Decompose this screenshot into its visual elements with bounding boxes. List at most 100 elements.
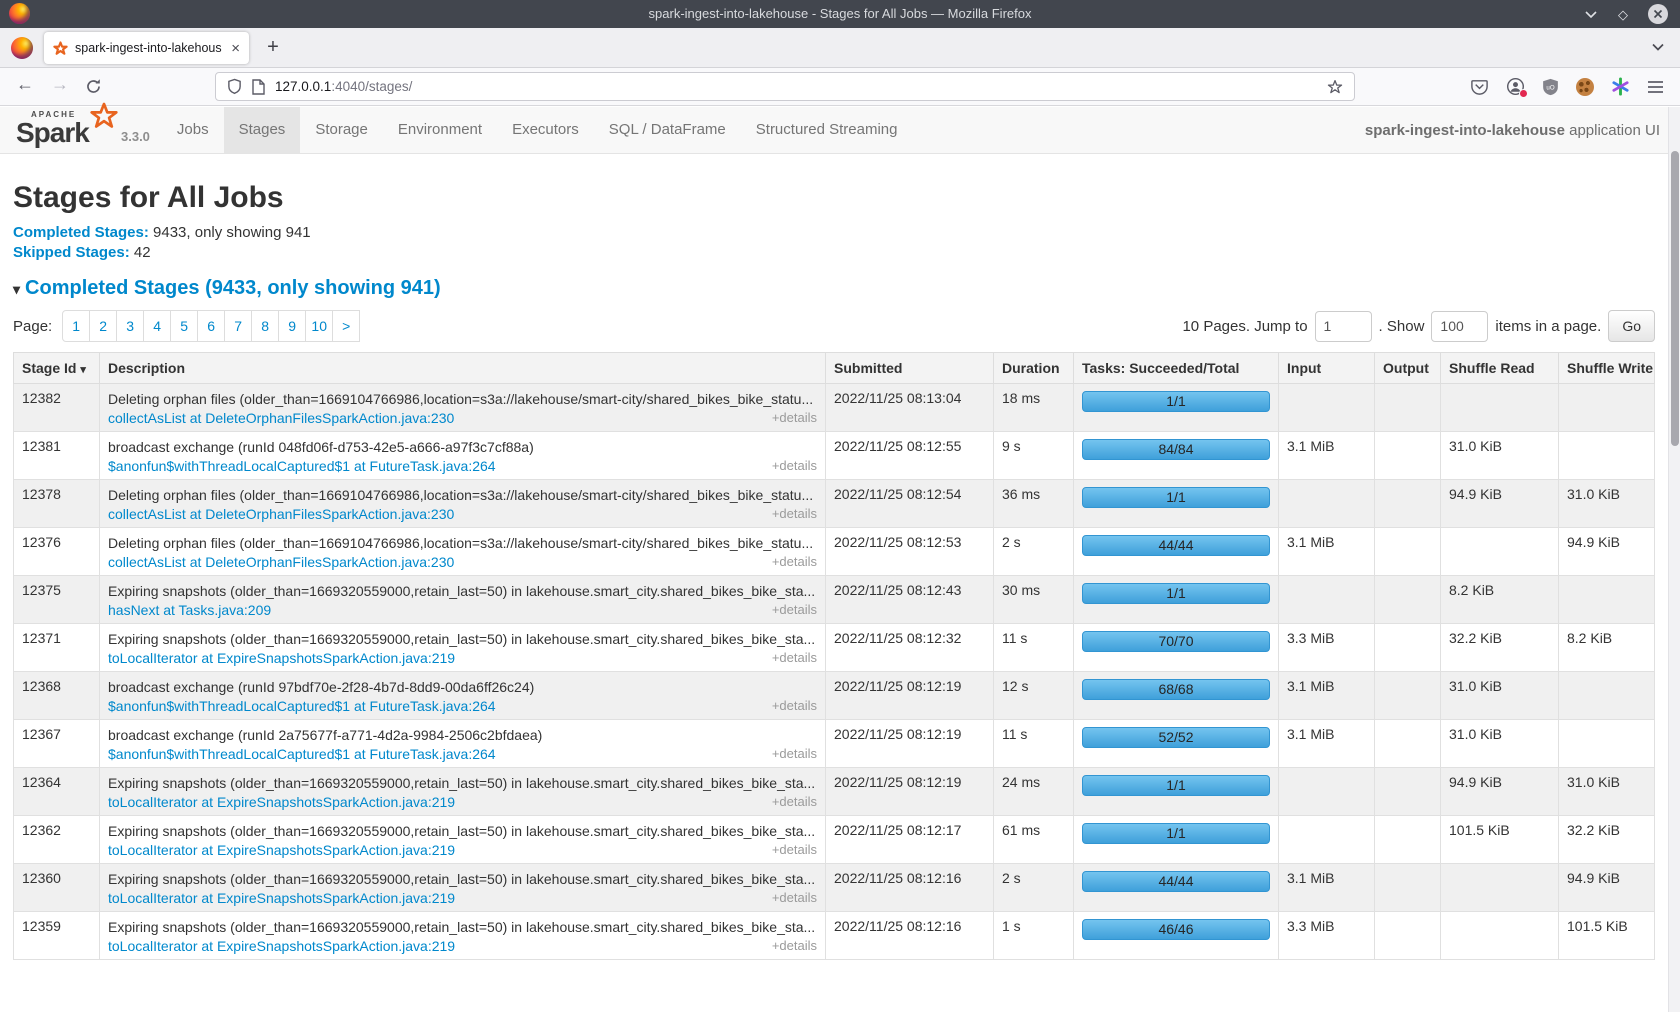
column-input[interactable]: Input: [1279, 353, 1375, 384]
stage-row: 12364 Expiring snapshots (older_than=166…: [14, 768, 1655, 816]
duration-cell: 30 ms: [994, 576, 1074, 624]
duration-cell: 12 s: [994, 672, 1074, 720]
page-button-1[interactable]: 1: [62, 310, 90, 342]
tasks-progress-cell: 84/84: [1074, 432, 1279, 480]
column-tasks[interactable]: Tasks: Succeeded/Total: [1074, 353, 1279, 384]
shuffle-read-cell: 101.5 KiB: [1441, 816, 1559, 864]
stage-callsite-link[interactable]: $anonfun$withThreadLocalCaptured$1 at Fu…: [108, 697, 496, 716]
stage-callsite-link[interactable]: collectAsList at DeleteOrphanFilesSparkA…: [108, 409, 454, 428]
shield-permissions-icon[interactable]: [227, 78, 242, 95]
spark-nav-item-stages[interactable]: Stages: [224, 107, 301, 153]
page-button-5[interactable]: 5: [170, 310, 198, 342]
browser-tab[interactable]: spark-ingest-into-lakehous ×: [44, 32, 249, 64]
duration-cell: 36 ms: [994, 480, 1074, 528]
back-button[interactable]: ←: [16, 74, 34, 95]
stage-callsite-link[interactable]: toLocalIterator at ExpireSnapshotsSparkA…: [108, 793, 455, 812]
details-toggle[interactable]: +details: [772, 554, 817, 569]
column-submitted[interactable]: Submitted: [826, 353, 994, 384]
details-toggle[interactable]: +details: [772, 842, 817, 857]
completed-stages-section-header[interactable]: ▾Completed Stages (9433, only showing 94…: [13, 276, 1655, 301]
spark-nav-item-environment[interactable]: Environment: [383, 107, 497, 153]
scrollbar-thumb[interactable]: [1671, 151, 1679, 446]
shuffle-write-cell: 32.2 KiB: [1559, 816, 1655, 864]
new-tab-button[interactable]: +: [260, 34, 286, 60]
window-close-button[interactable]: [1648, 4, 1668, 24]
output-cell: [1375, 432, 1441, 480]
stage-callsite-link[interactable]: toLocalIterator at ExpireSnapshotsSparkA…: [108, 841, 455, 860]
items-per-page-input[interactable]: [1431, 311, 1488, 342]
forward-button[interactable]: →: [51, 74, 69, 95]
spark-nav-item-structured-streaming[interactable]: Structured Streaming: [741, 107, 913, 153]
stage-callsite-link[interactable]: toLocalIterator at ExpireSnapshotsSparkA…: [108, 649, 455, 668]
stage-callsite-link[interactable]: $anonfun$withThreadLocalCaptured$1 at Fu…: [108, 745, 496, 764]
stage-callsite-link[interactable]: $anonfun$withThreadLocalCaptured$1 at Fu…: [108, 457, 496, 476]
spark-nav-item-storage[interactable]: Storage: [300, 107, 383, 153]
cookie-extension-icon[interactable]: [1576, 78, 1594, 96]
page-scrollbar[interactable]: [1668, 107, 1680, 1012]
tasks-progress-cell: 1/1: [1074, 480, 1279, 528]
page-button-4[interactable]: 4: [143, 310, 171, 342]
stage-callsite-link[interactable]: toLocalIterator at ExpireSnapshotsSparkA…: [108, 937, 455, 956]
submitted-cell: 2022/11/25 08:12:43: [826, 576, 994, 624]
stage-callsite-link[interactable]: toLocalIterator at ExpireSnapshotsSparkA…: [108, 889, 455, 908]
stage-callsite-link[interactable]: collectAsList at DeleteOrphanFilesSparkA…: [108, 553, 454, 572]
stage-description-cell: Expiring snapshots (older_than=166932055…: [100, 624, 826, 672]
page-button-7[interactable]: 7: [224, 310, 252, 342]
shuffle-read-cell: 94.9 KiB: [1441, 768, 1559, 816]
go-button[interactable]: Go: [1608, 310, 1655, 342]
tab-close-icon[interactable]: ×: [231, 40, 240, 57]
stage-id-cell: 12376: [14, 528, 100, 576]
menu-hamburger-icon[interactable]: [1647, 80, 1664, 94]
stage-row: 12362 Expiring snapshots (older_than=166…: [14, 816, 1655, 864]
window-maximize-button[interactable]: ◇: [1618, 8, 1628, 21]
column-duration[interactable]: Duration: [994, 353, 1074, 384]
page-info-icon[interactable]: [252, 79, 265, 95]
details-toggle[interactable]: +details: [772, 458, 817, 473]
account-containers-icon[interactable]: [1506, 77, 1525, 96]
stage-row: 12367 broadcast exchange (runId 2a75677f…: [14, 720, 1655, 768]
next-page-button[interactable]: >: [332, 310, 360, 342]
column-output[interactable]: Output: [1375, 353, 1441, 384]
url-toolbar: ← → 127.0.0.1:4040/stages/ uO: [0, 68, 1680, 106]
page-button-2[interactable]: 2: [89, 310, 117, 342]
stage-callsite-link[interactable]: collectAsList at DeleteOrphanFilesSparkA…: [108, 505, 454, 524]
spark-nav-item-executors[interactable]: Executors: [497, 107, 594, 153]
page-button-3[interactable]: 3: [116, 310, 144, 342]
column-description[interactable]: Description: [100, 353, 826, 384]
spark-nav-item-jobs[interactable]: Jobs: [162, 107, 224, 153]
page-button-8[interactable]: 8: [251, 310, 279, 342]
page-button-6[interactable]: 6: [197, 310, 225, 342]
details-toggle[interactable]: +details: [772, 602, 817, 617]
pocket-icon[interactable]: [1470, 77, 1489, 96]
stage-callsite-link[interactable]: hasNext at Tasks.java:209: [108, 601, 271, 620]
spark-nav-item-sql-dataframe[interactable]: SQL / DataFrame: [594, 107, 741, 153]
output-cell: [1375, 480, 1441, 528]
svg-text:uO: uO: [1546, 84, 1554, 91]
jump-to-page-input[interactable]: [1315, 311, 1372, 342]
details-toggle[interactable]: +details: [772, 698, 817, 713]
page-button-10[interactable]: 10: [305, 310, 333, 342]
spark-logo[interactable]: APACHE Spark 3.3.0: [0, 107, 162, 153]
details-toggle[interactable]: +details: [772, 410, 817, 425]
column-shuffle-read[interactable]: Shuffle Read: [1441, 353, 1559, 384]
column-shuffle-write[interactable]: Shuffle Write: [1559, 353, 1655, 384]
column-stage-id[interactable]: Stage Id ▾: [14, 353, 100, 384]
details-toggle[interactable]: +details: [772, 890, 817, 905]
ublock-origin-icon[interactable]: uO: [1542, 78, 1559, 96]
stage-id-cell: 12367: [14, 720, 100, 768]
reload-button[interactable]: [85, 78, 102, 95]
submitted-cell: 2022/11/25 08:12:55: [826, 432, 994, 480]
bookmark-star-icon[interactable]: [1327, 79, 1343, 95]
details-toggle[interactable]: +details: [772, 650, 817, 665]
page-button-9[interactable]: 9: [278, 310, 306, 342]
details-toggle[interactable]: +details: [772, 938, 817, 953]
details-toggle[interactable]: +details: [772, 746, 817, 761]
collapse-arrow-icon: ▾: [13, 281, 20, 297]
firefox-view-button[interactable]: [11, 37, 33, 59]
details-toggle[interactable]: +details: [772, 794, 817, 809]
url-bar[interactable]: 127.0.0.1:4040/stages/: [215, 72, 1355, 101]
list-all-tabs-icon[interactable]: [1651, 41, 1665, 53]
asterisk-extension-icon[interactable]: [1611, 77, 1630, 96]
window-minimize-button[interactable]: [1584, 8, 1598, 20]
details-toggle[interactable]: +details: [772, 506, 817, 521]
